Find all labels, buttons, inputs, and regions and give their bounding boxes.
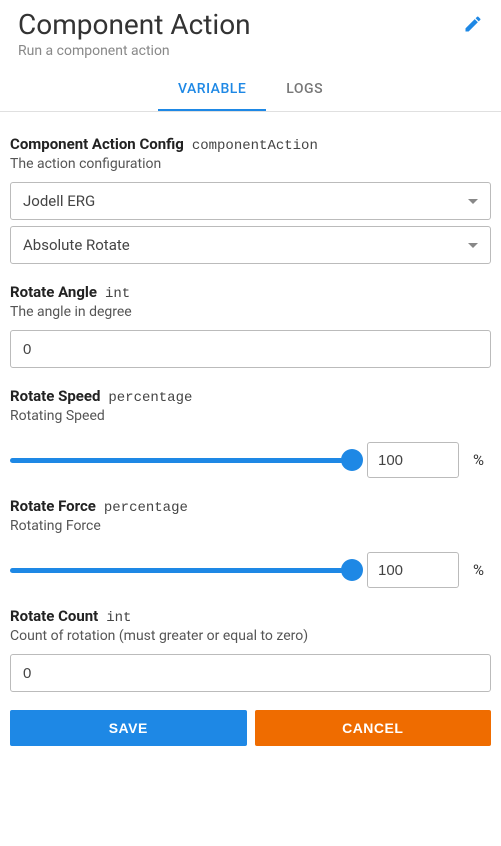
slider-thumb[interactable]	[341, 559, 363, 581]
tab-variable[interactable]: VARIABLE	[158, 71, 266, 111]
config-desc: The action configuration	[10, 156, 491, 172]
rotate-force-label: Rotate Force	[10, 497, 96, 515]
rotate-force-slider[interactable]	[10, 560, 353, 580]
rotate-speed-desc: Rotating Speed	[10, 408, 491, 424]
rotate-speed-unit: %	[473, 451, 491, 469]
slider-track	[10, 568, 353, 573]
rotate-count-type-hint: int	[106, 610, 131, 626]
tabs: VARIABLE LOGS	[0, 71, 501, 112]
rotate-count-input[interactable]	[10, 654, 491, 692]
edit-icon[interactable]	[463, 14, 483, 38]
action-select-value: Absolute Rotate	[23, 236, 130, 254]
rotate-angle-label: Rotate Angle	[10, 283, 97, 301]
config-type-hint: componentAction	[192, 138, 318, 154]
page-subtitle: Run a component action	[0, 41, 501, 71]
chevron-down-icon	[468, 243, 478, 248]
rotate-angle-desc: The angle in degree	[10, 304, 491, 320]
rotate-angle-input[interactable]	[10, 330, 491, 368]
rotate-angle-type-hint: int	[105, 286, 130, 302]
rotate-speed-slider[interactable]	[10, 450, 353, 470]
component-action-config-section: Component Action Config componentAction …	[10, 134, 491, 264]
cancel-button[interactable]: CANCEL	[255, 710, 492, 746]
rotate-speed-section: Rotate Speed percentage Rotating Speed %	[10, 386, 491, 478]
rotate-count-label: Rotate Count	[10, 607, 98, 625]
rotate-force-unit: %	[473, 561, 491, 579]
rotate-count-section: Rotate Count int Count of rotation (must…	[10, 606, 491, 692]
rotate-force-section: Rotate Force percentage Rotating Force %	[10, 496, 491, 588]
save-button[interactable]: SAVE	[10, 710, 247, 746]
slider-thumb[interactable]	[341, 449, 363, 471]
rotate-speed-value-input[interactable]	[367, 442, 459, 478]
device-select-value: Jodell ERG	[23, 192, 95, 210]
rotate-force-type-hint: percentage	[104, 500, 188, 516]
device-select[interactable]: Jodell ERG	[10, 182, 491, 220]
rotate-speed-type-hint: percentage	[108, 390, 192, 406]
rotate-force-value-input[interactable]	[367, 552, 459, 588]
action-select[interactable]: Absolute Rotate	[10, 226, 491, 264]
page-title: Component Action	[18, 8, 251, 41]
rotate-count-desc: Count of rotation (must greater or equal…	[10, 628, 491, 644]
config-label: Component Action Config	[10, 135, 184, 153]
rotate-speed-label: Rotate Speed	[10, 387, 100, 405]
chevron-down-icon	[468, 199, 478, 204]
rotate-force-desc: Rotating Force	[10, 518, 491, 534]
rotate-angle-section: Rotate Angle int The angle in degree	[10, 282, 491, 368]
slider-track	[10, 458, 353, 463]
tab-logs[interactable]: LOGS	[266, 71, 343, 111]
